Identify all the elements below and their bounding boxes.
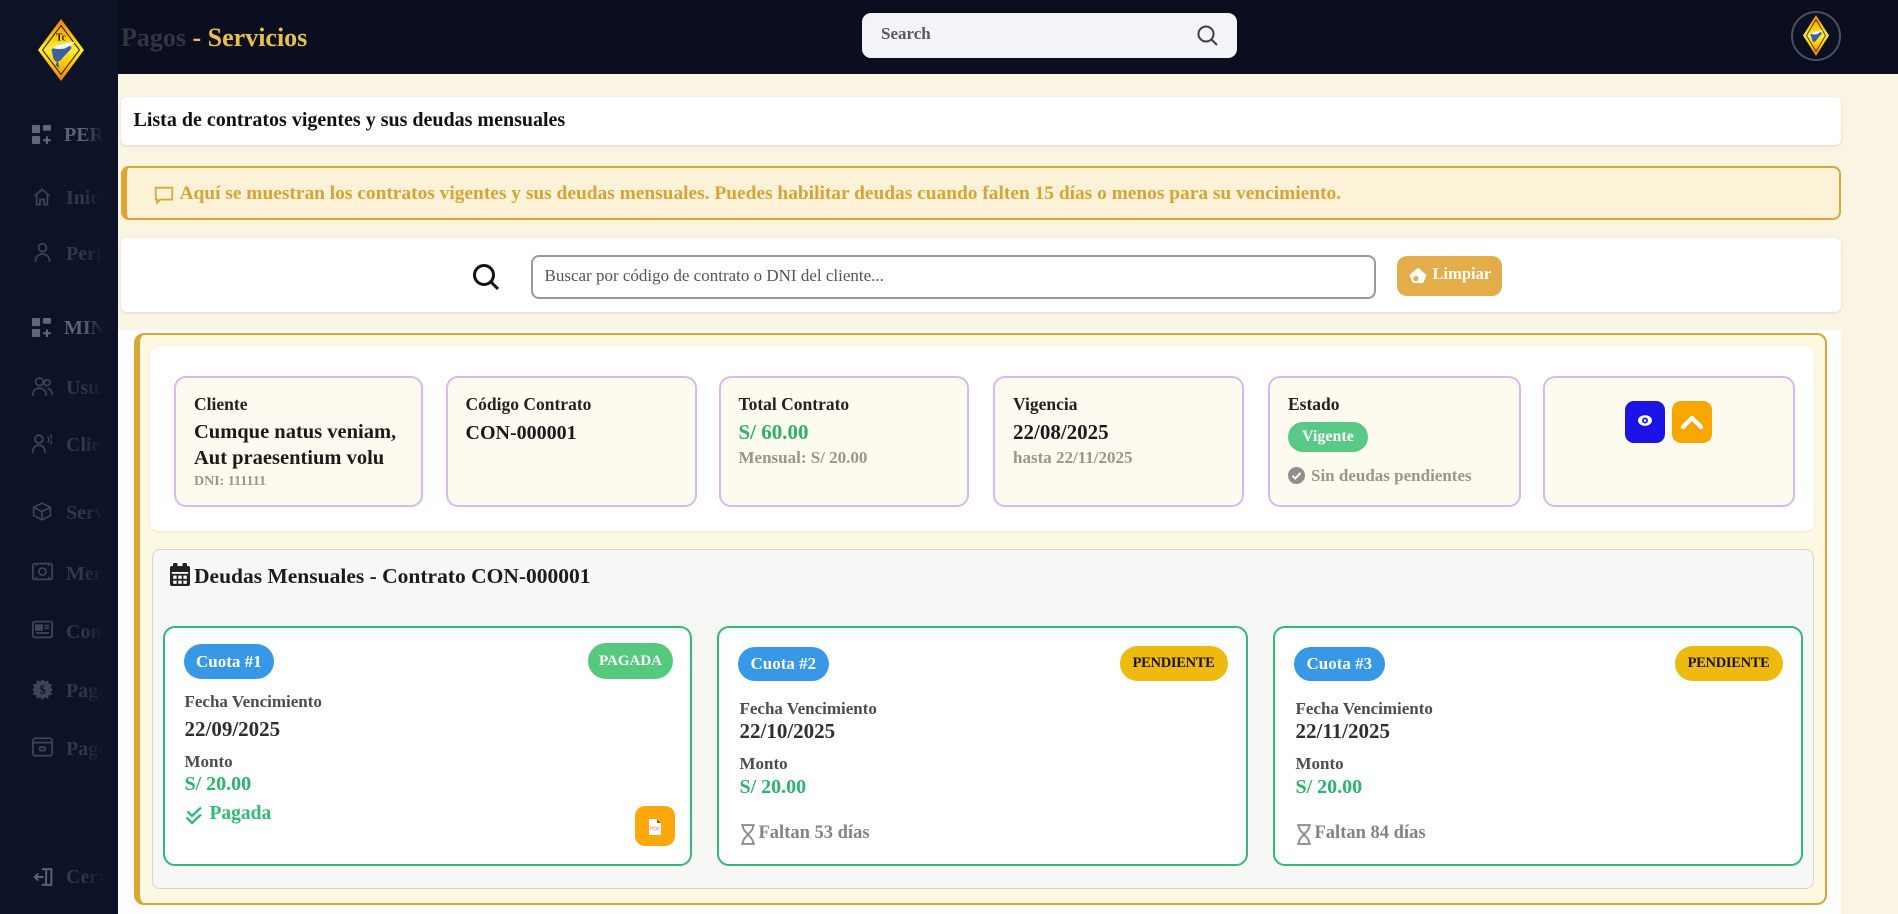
svg-text:PDF: PDF xyxy=(650,827,660,833)
svg-text:$: $ xyxy=(39,683,45,697)
svg-text:Tc: Tc xyxy=(56,33,67,44)
